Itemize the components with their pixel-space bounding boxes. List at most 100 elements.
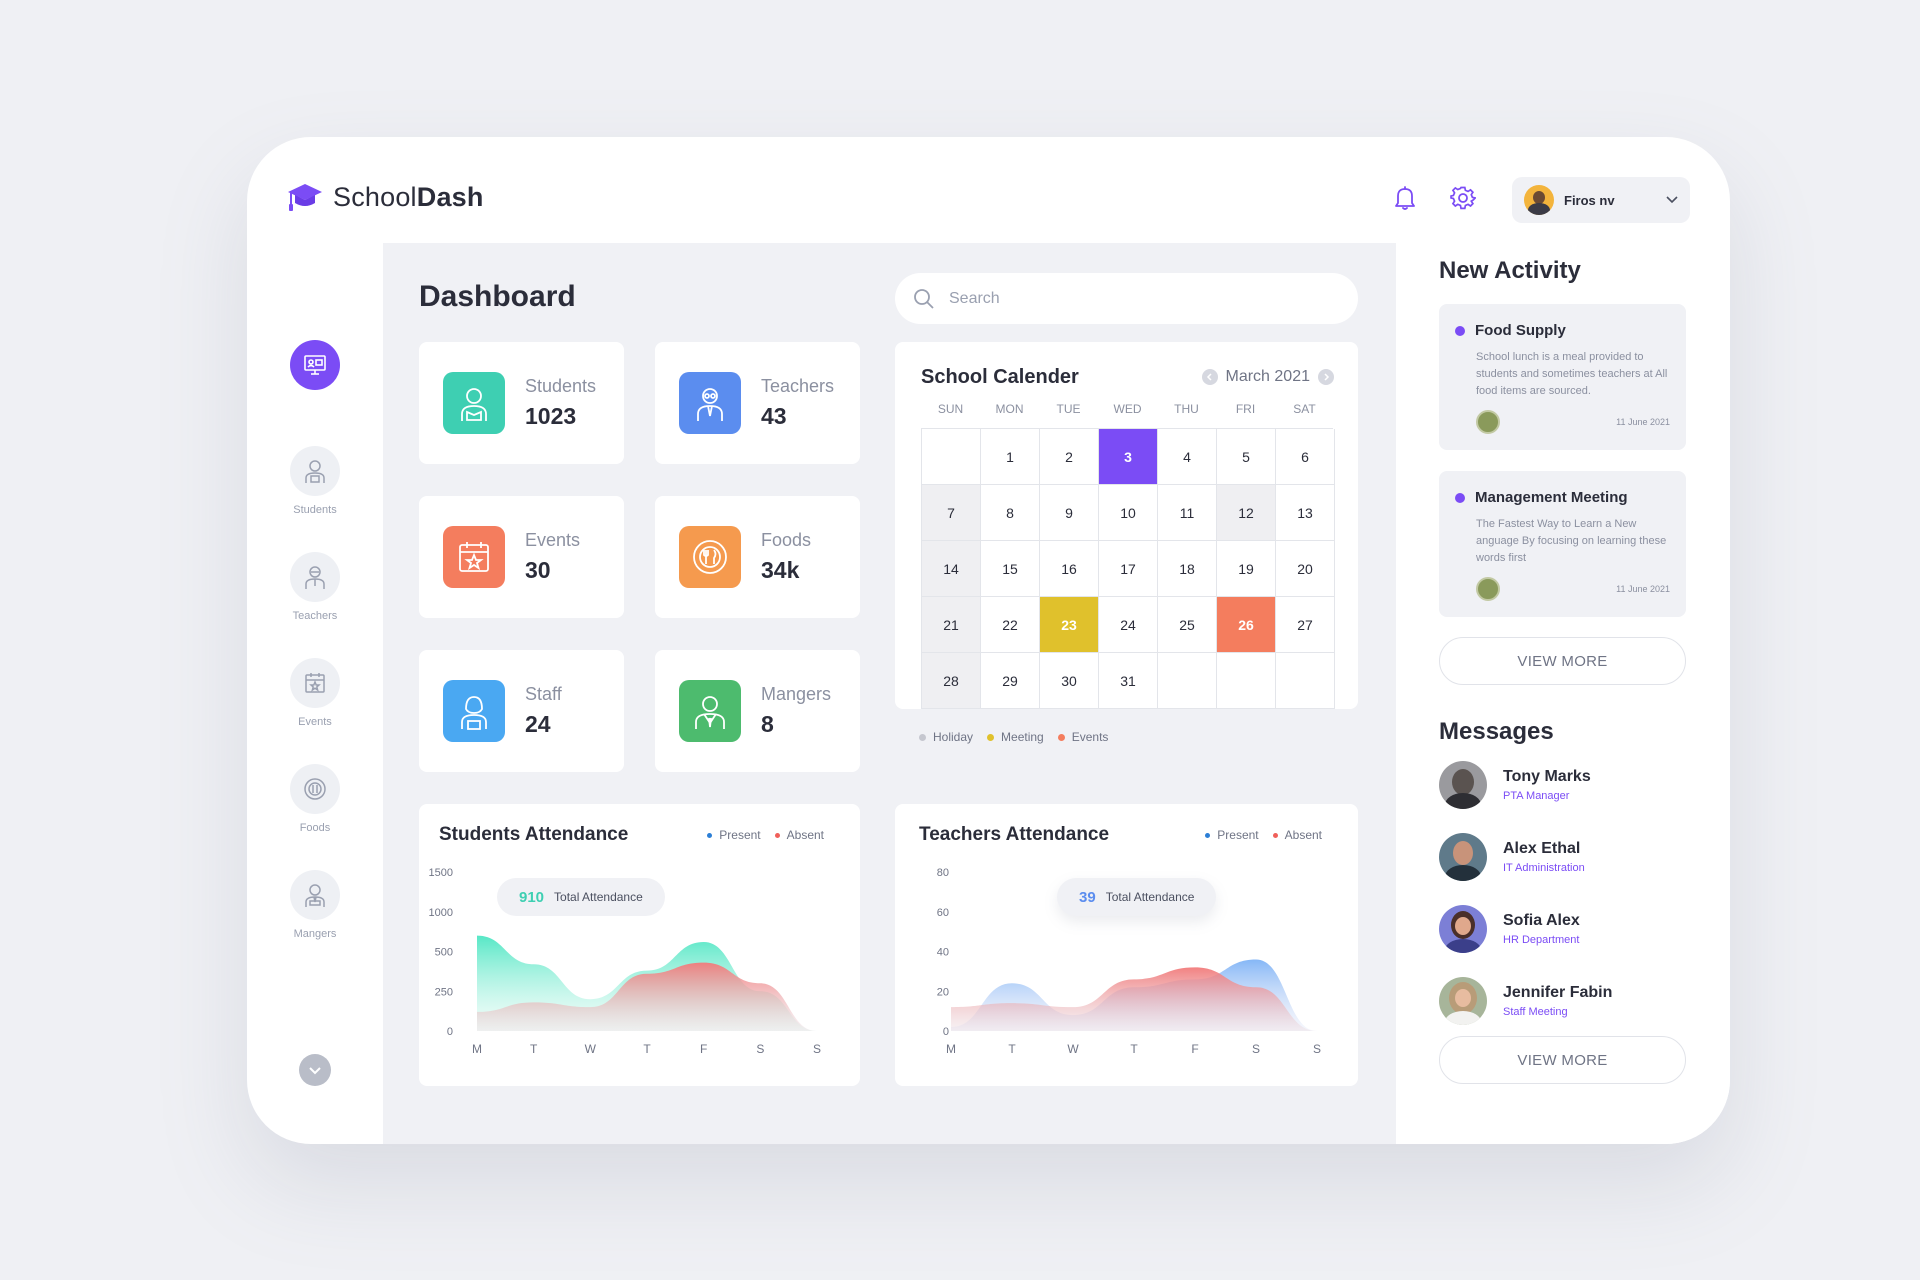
calendar-day[interactable]: 10 [1099, 485, 1158, 541]
message-item[interactable]: Alex Ethal IT Administration [1439, 833, 1686, 881]
message-item[interactable]: Sofia Alex HR Department [1439, 905, 1686, 953]
calendar-day[interactable]: 5 [1217, 429, 1276, 485]
calendar-title: School Calender [921, 366, 1079, 388]
stat-card-events[interactable]: Events 30 [419, 496, 624, 618]
message-item[interactable]: Tony Marks PTA Manager [1439, 761, 1686, 809]
notification-bell-icon[interactable] [1388, 181, 1422, 215]
sidebar-dashboard-button[interactable] [290, 340, 340, 390]
stat-card-foods[interactable]: Foods 34k [655, 496, 860, 618]
legend-label: Events [1071, 730, 1109, 744]
stat-label: Foods [761, 530, 812, 550]
avatar [1476, 410, 1500, 434]
next-month-button[interactable] [1318, 369, 1334, 385]
user-name: Firos nv [1564, 192, 1615, 208]
chart-title: Students Attendance [439, 824, 629, 845]
calendar-day[interactable]: 2 [1040, 429, 1099, 485]
x-tick-label: S [1252, 1042, 1260, 1056]
calendar-day[interactable]: 14 [922, 541, 981, 597]
sidebar-item-foods[interactable]: Foods [267, 764, 363, 834]
legend-absent: Absent [1272, 828, 1322, 842]
stat-label: Mangers [761, 684, 832, 704]
calendar-day[interactable]: 28 [922, 653, 981, 709]
calendar-day[interactable]: 6 [1276, 429, 1335, 485]
x-tick-label: F [1191, 1042, 1198, 1056]
calendar-day[interactable]: 26 [1217, 597, 1276, 653]
y-tick-label: 1000 [429, 907, 453, 919]
message-item[interactable]: Jennifer Fabin Staff Meeting [1439, 977, 1686, 1025]
calendar-day[interactable]: 13 [1276, 485, 1335, 541]
calendar-day[interactable]: 9 [1040, 485, 1099, 541]
stat-card-staff[interactable]: Staff 24 [419, 650, 624, 772]
total-attendance-badge: 910 Total Attendance [497, 878, 665, 916]
calendar-day[interactable]: 31 [1099, 653, 1158, 709]
calendar-day[interactable]: 7 [922, 485, 981, 541]
calendar-day[interactable]: 17 [1099, 541, 1158, 597]
activity-card-management-meeting[interactable]: Management Meeting The Fastest Way to Le… [1439, 471, 1686, 617]
settings-gear-icon[interactable] [1446, 181, 1480, 215]
calendar-day[interactable]: 12 [1217, 485, 1276, 541]
calendar-weekdays: SUN MON TUE WED THU FRI SAT [921, 402, 1333, 416]
search-bar[interactable] [895, 273, 1358, 324]
calendar-day[interactable]: 1 [981, 429, 1040, 485]
message-sender: Sofia Alex [1503, 912, 1580, 929]
activity-title-text: Management Meeting [1475, 489, 1628, 506]
calendar-day[interactable]: 27 [1276, 597, 1335, 653]
teacher-icon [679, 372, 741, 434]
calendar-day[interactable]: 3 [1099, 429, 1158, 485]
activity-date: 11 June 2021 [1616, 417, 1670, 427]
calendar-day[interactable]: 25 [1158, 597, 1217, 653]
avatar [1439, 977, 1487, 1025]
sidebar-item-label: Events [298, 716, 332, 728]
y-tick-label: 0 [447, 1026, 453, 1038]
calendar-day[interactable]: 23 [1040, 597, 1099, 653]
sidebar-item-teachers[interactable]: Teachers [267, 552, 363, 622]
prev-month-button[interactable] [1201, 369, 1218, 385]
avatar [1439, 905, 1487, 953]
legend-label: Present [719, 828, 761, 842]
calendar-day[interactable]: 15 [981, 541, 1040, 597]
chart-legend: Present Absent [1205, 828, 1322, 842]
x-tick-label: F [700, 1042, 707, 1056]
calendar-day[interactable]: 30 [1040, 653, 1099, 709]
calendar-day[interactable]: 20 [1276, 541, 1335, 597]
calendar-day[interactable]: 24 [1099, 597, 1158, 653]
calendar-day[interactable]: 8 [981, 485, 1040, 541]
page-title: Dashboard [419, 280, 576, 313]
calendar-day[interactable]: 16 [1040, 541, 1099, 597]
activity-description: School lunch is a meal provided to stude… [1476, 351, 1668, 397]
y-tick-label: 0 [943, 1026, 949, 1038]
calendar-day[interactable]: 19 [1217, 541, 1276, 597]
calendar-day[interactable]: 4 [1158, 429, 1217, 485]
stat-value: 34k [761, 557, 800, 583]
activity-view-more-button[interactable]: VIEW MORE [1439, 637, 1686, 685]
calendar-day[interactable]: 21 [922, 597, 981, 653]
logo-text-regular: School [333, 181, 417, 212]
stat-label: Teachers [761, 376, 835, 396]
stat-card-mangers[interactable]: Mangers 8 [655, 650, 860, 772]
calendar-month: March 2021 [1225, 368, 1311, 385]
chevron-down-icon [1666, 196, 1678, 204]
sidebar-expand-button[interactable] [299, 1054, 331, 1086]
stat-value: 43 [761, 403, 787, 429]
logo[interactable]: SchoolDash [287, 181, 484, 213]
user-menu[interactable]: Firos nv [1512, 177, 1690, 223]
y-tick-label: 60 [937, 907, 949, 919]
food-icon [304, 778, 326, 800]
calendar-day[interactable]: 18 [1158, 541, 1217, 597]
sidebar-item-mangers[interactable]: Mangers [267, 870, 363, 940]
stat-card-teachers[interactable]: Teachers 43 [655, 342, 860, 464]
stat-card-students[interactable]: Students 1023 [419, 342, 624, 464]
x-tick-label: W [585, 1042, 597, 1056]
sidebar-item-students[interactable]: Students [267, 446, 363, 516]
legend-label: Absent [1284, 828, 1322, 842]
calendar-day[interactable]: 22 [981, 597, 1040, 653]
message-sender: Tony Marks [1503, 768, 1591, 785]
messages-view-more-button[interactable]: VIEW MORE [1439, 1036, 1686, 1084]
calendar-day[interactable]: 29 [981, 653, 1040, 709]
calendar-day[interactable]: 11 [1158, 485, 1217, 541]
dashboard-board-icon [304, 355, 326, 375]
legend-present: Present [707, 828, 761, 842]
search-input[interactable] [949, 289, 1340, 308]
activity-card-food-supply[interactable]: Food Supply School lunch is a meal provi… [1439, 304, 1686, 450]
sidebar-item-events[interactable]: Events [267, 658, 363, 728]
